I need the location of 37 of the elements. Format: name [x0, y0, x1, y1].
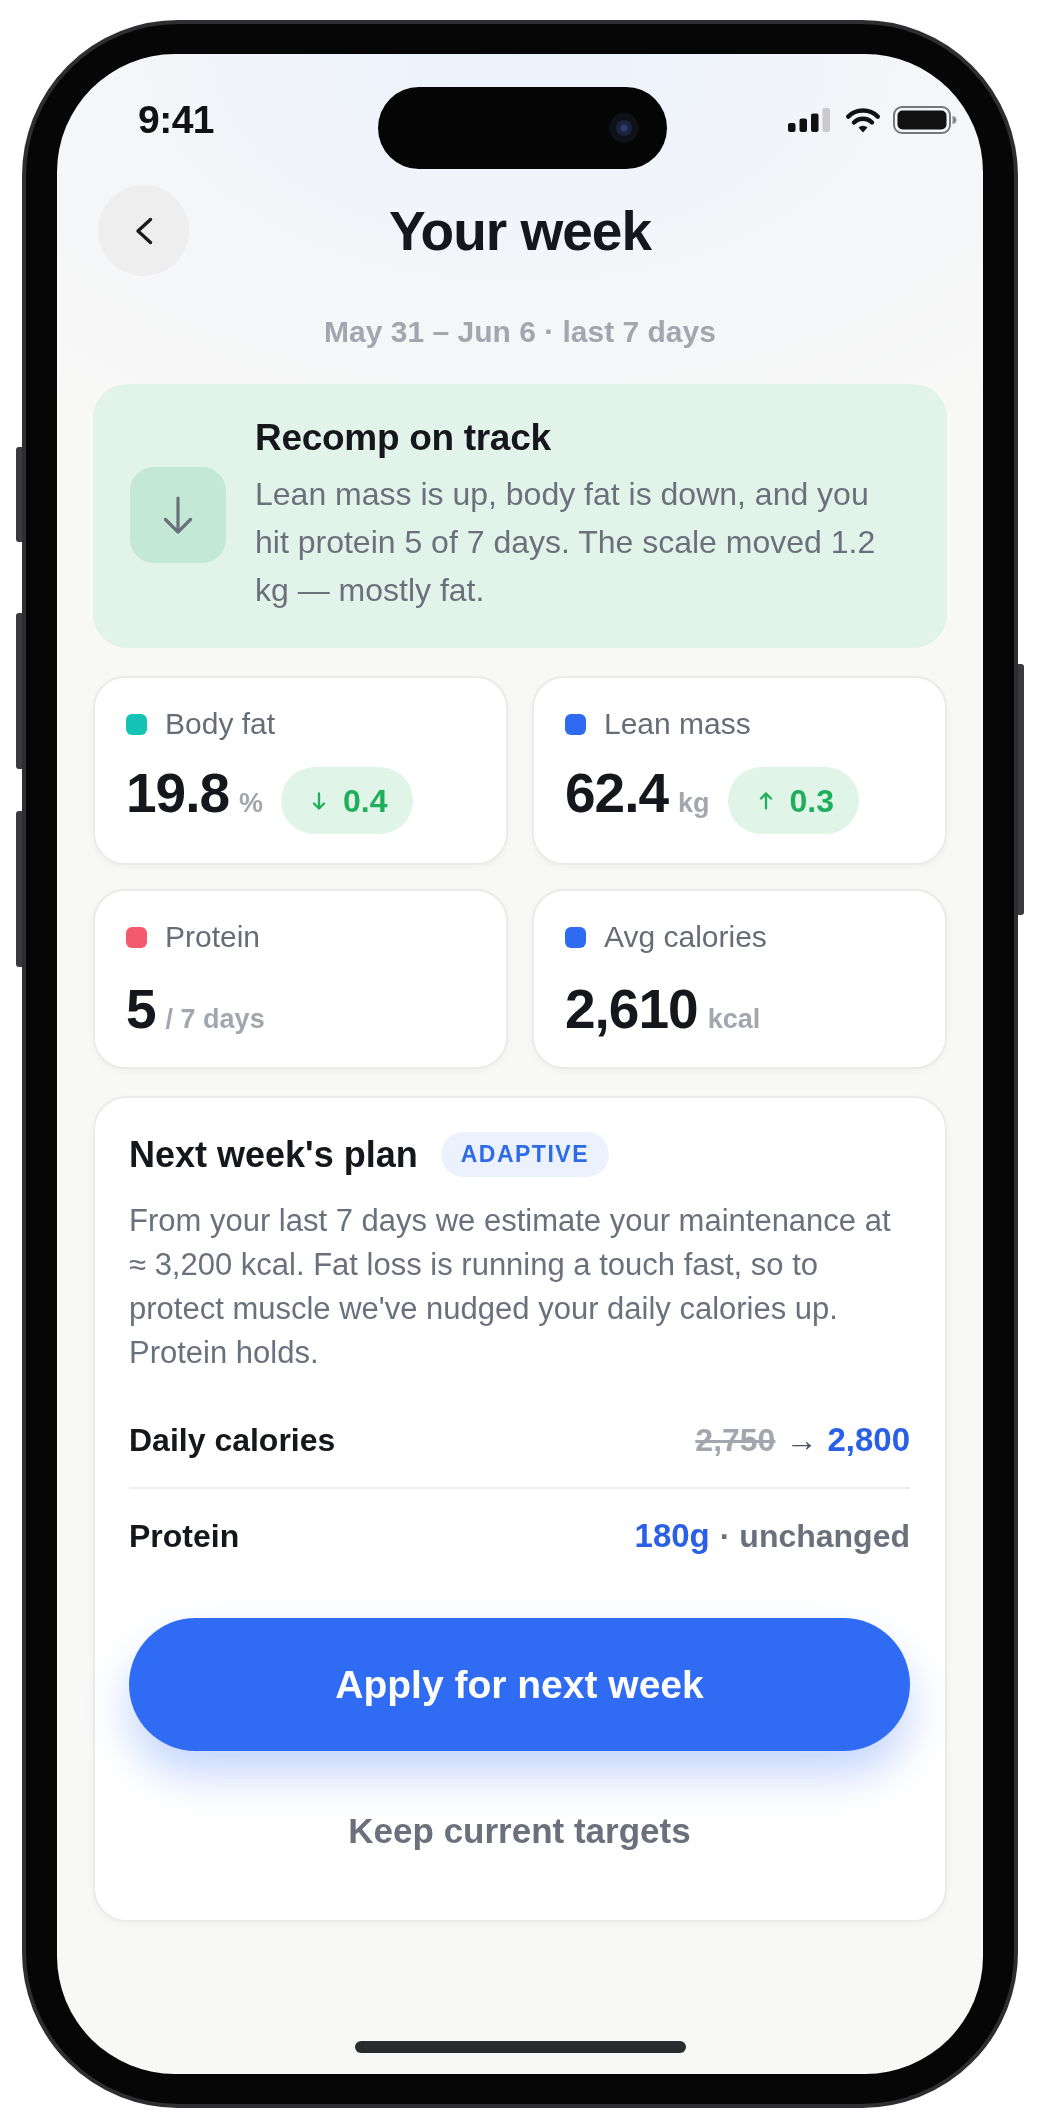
- status-time: 9:41: [138, 102, 215, 138]
- arrow-down-icon: [130, 467, 226, 563]
- stat-unit: kg: [678, 788, 710, 818]
- battery-icon: [893, 106, 957, 134]
- stat-unit: / 7 days: [165, 1003, 265, 1034]
- date-range-text: May 31 – Jun 6 · last 7 days: [324, 314, 716, 350]
- stat-value: 2,610: [565, 981, 698, 1037]
- signal-icon: [788, 108, 830, 132]
- target-label: Daily calories: [129, 1421, 336, 1460]
- summary-text: Lean mass is up, body fat is down, and you hit protein 5 of 7 days. The scale moved 1.2 kg — mostly fat.: [255, 475, 877, 610]
- stat-unit: kcal: [707, 1003, 761, 1034]
- target-note: · unchanged: [719, 1517, 910, 1556]
- stat-value: 62.4: [565, 766, 669, 821]
- change-value: 0.4: [343, 781, 388, 821]
- stat-label: Lean mass: [604, 706, 751, 742]
- stat-label: Avg calories: [604, 919, 767, 955]
- stat-value: 19.8: [126, 766, 230, 821]
- wifi-icon: [845, 107, 881, 133]
- plan-text: From your last 7 days we estimate your maintenance at ≈ 3,200 kcal. Fat loss is running a touch fast, so to protect muscle we've nudged your daily calories up. Protein holds.: [129, 1202, 892, 1372]
- summary-title: Recomp on track: [255, 416, 552, 460]
- new-value: 2,800: [827, 1420, 910, 1460]
- stat-unit: %: [239, 788, 264, 818]
- chevron-left-icon: [133, 216, 154, 245]
- old-value: 2,750: [695, 1421, 776, 1460]
- plan-title: Next week's plan: [129, 1133, 418, 1177]
- mode-badge: ADAPTIVE: [440, 1132, 609, 1177]
- stat-label: Protein: [165, 919, 261, 955]
- stat-label: Body fat: [165, 706, 276, 742]
- stat-value: 5: [126, 981, 156, 1037]
- arrow-right-icon: →: [785, 1416, 818, 1464]
- apply-button[interactable]: Apply for next week: [129, 1618, 910, 1751]
- camera-lens-icon: [609, 113, 639, 143]
- target-value: 180g: [634, 1516, 710, 1556]
- keep-targets-button[interactable]: Keep current targets: [328, 1796, 711, 1866]
- change-value: 0.3: [789, 781, 835, 821]
- target-label: Protein: [129, 1517, 240, 1556]
- page-title: Your week: [389, 198, 651, 263]
